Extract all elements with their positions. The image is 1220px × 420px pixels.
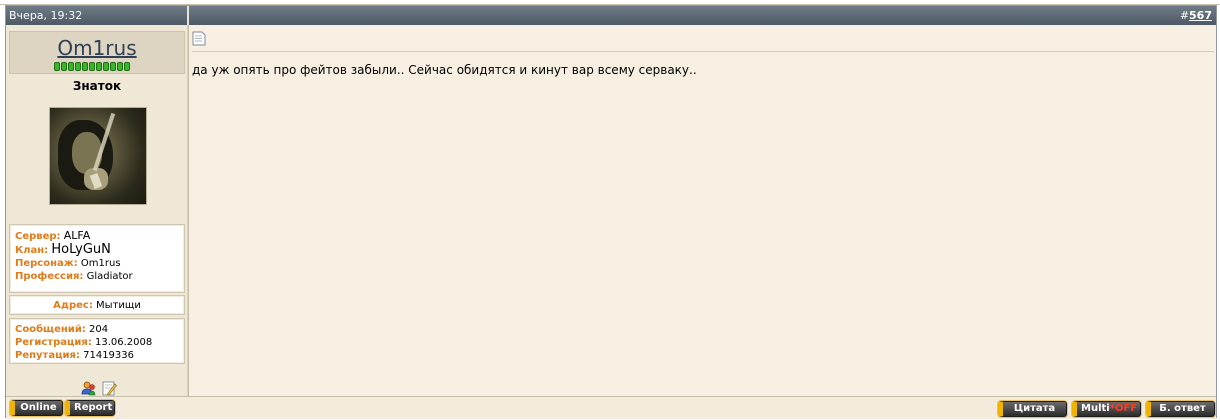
- user-info-stats: Сообщений: 204 Регистрация: 13.06.2008 Р…: [9, 318, 185, 364]
- user-sidebar: Om1rus Знаток Сервер: ALFA Клан: HoLyGuN…: [6, 25, 188, 396]
- reputation-pip: [96, 62, 102, 71]
- info-profession: Профессия: Gladiator: [15, 270, 179, 283]
- user-action-icons: [81, 380, 117, 396]
- server-label: Сервер:: [15, 231, 61, 242]
- reputation-pip: [61, 62, 67, 71]
- edit-note-icon[interactable]: [101, 380, 117, 396]
- profession-label: Профессия:: [15, 271, 84, 282]
- server-value: ALFA: [63, 229, 91, 242]
- post-footer: Online Report Цитата Multi*OFF Б. ответ: [6, 396, 1216, 419]
- post-message: да уж опять про фейтов забыли.. Сейчас о…: [192, 63, 697, 77]
- clan-label: Клан:: [15, 245, 49, 256]
- reputation-label: Репутация:: [15, 350, 80, 361]
- multi-label: Multi: [1081, 403, 1110, 414]
- info-posts: Сообщений: 204: [15, 323, 179, 336]
- multiquote-button[interactable]: Multi*OFF: [1072, 401, 1141, 417]
- posts-label: Сообщений:: [15, 324, 86, 335]
- add-friend-icon[interactable]: [81, 380, 97, 396]
- clan-value: HoLyGuN: [51, 242, 111, 257]
- info-character: Персонаж: Om1rus: [15, 257, 179, 270]
- info-registered: Регистрация: 13.06.2008: [15, 336, 179, 349]
- username-box: Om1rus: [9, 31, 185, 74]
- post-content: да уж опять про фейтов забыли.. Сейчас о…: [189, 25, 1216, 396]
- online-button[interactable]: Online: [10, 400, 63, 416]
- reputation-pip: [117, 62, 123, 71]
- message-rule: [192, 51, 1214, 52]
- address-label: Адрес:: [53, 300, 93, 311]
- reputation-pip: [82, 62, 88, 71]
- reputation-pip: [75, 62, 81, 71]
- user-avatar[interactable]: [49, 107, 147, 205]
- posts-value: 204: [89, 324, 109, 335]
- post-number: #567: [1180, 9, 1212, 22]
- reputation-bar: [54, 62, 130, 71]
- reputation-pip: [68, 62, 74, 71]
- reputation-pip: [103, 62, 109, 71]
- character-label: Персонаж:: [15, 258, 78, 269]
- user-title: Знаток: [72, 79, 122, 93]
- registered-label: Регистрация:: [15, 337, 92, 348]
- post-number-link[interactable]: 567: [1189, 9, 1212, 22]
- quote-button[interactable]: Цитата: [998, 401, 1067, 417]
- multi-state: OFF: [1114, 403, 1138, 414]
- header-separator: [187, 6, 189, 25]
- user-info-game: Сервер: ALFA Клан: HoLyGuN Персонаж: Om1…: [9, 224, 185, 293]
- reputation-pip: [89, 62, 95, 71]
- post-date: Вчера, 19:32: [9, 9, 83, 22]
- profession-value: Gladiator: [86, 271, 133, 282]
- post-header: Вчера, 19:32 #567: [6, 6, 1216, 25]
- reputation-pip: [110, 62, 116, 71]
- info-clan: Клан: HoLyGuN: [15, 243, 179, 257]
- document-icon: [192, 31, 206, 46]
- forum-post: Вчера, 19:32 #567 Om1rus Знаток Сервер: …: [5, 5, 1217, 419]
- character-value: Om1rus: [80, 258, 121, 269]
- info-reputation: Репутация: 71419336: [15, 349, 179, 362]
- address-value: Мытищи: [96, 300, 141, 311]
- quick-reply-button[interactable]: Б. ответ: [1146, 401, 1215, 417]
- reputation-pip: [124, 62, 130, 71]
- reputation-value: 71419336: [83, 350, 135, 361]
- user-info-address: Адрес: Мытищи: [9, 295, 185, 315]
- reputation-pip: [54, 62, 60, 71]
- username-link[interactable]: Om1rus: [10, 36, 184, 60]
- post-number-prefix: #: [1179, 9, 1190, 22]
- registered-value: 13.06.2008: [95, 337, 153, 348]
- report-button[interactable]: Report: [65, 400, 115, 416]
- info-server: Сервер: ALFA: [15, 229, 179, 243]
